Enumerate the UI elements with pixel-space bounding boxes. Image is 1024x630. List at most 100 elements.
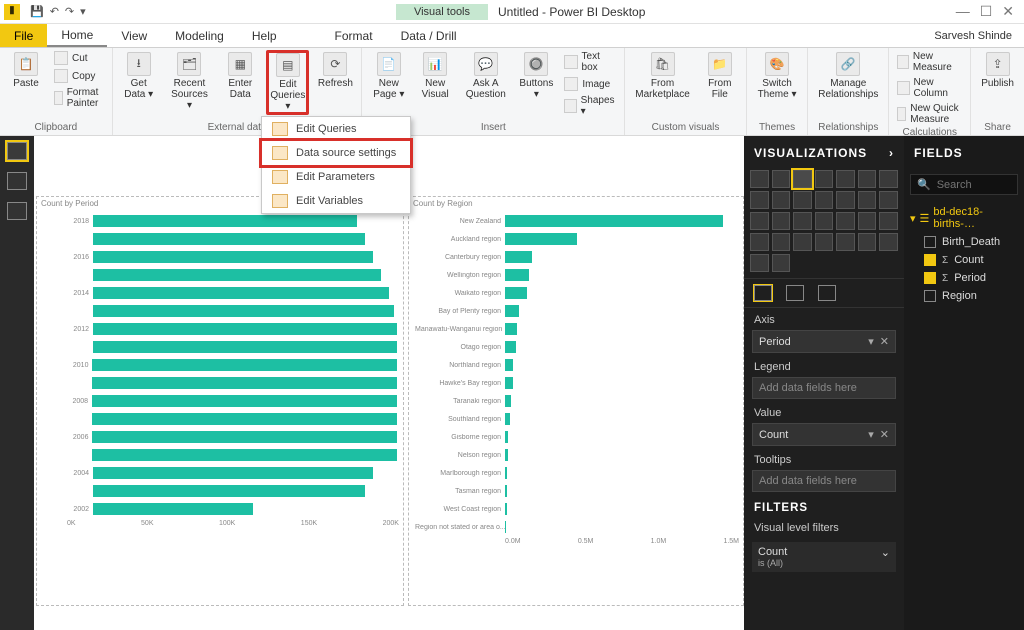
legend-well[interactable]: Add data fields here — [752, 377, 896, 399]
bar[interactable] — [505, 269, 529, 281]
new-column-button[interactable]: New Column — [895, 76, 964, 100]
field-birth_death[interactable]: Birth_Death — [910, 233, 1018, 251]
file-menu[interactable]: File — [0, 24, 47, 47]
analytics-tab-icon[interactable] — [818, 285, 836, 301]
checkbox[interactable] — [924, 290, 936, 302]
bar[interactable] — [505, 377, 513, 389]
bar[interactable] — [93, 305, 394, 317]
viz-type-r[interactable] — [879, 233, 898, 251]
visual-count-by-region[interactable]: Count by Region New ZealandAuckland regi… — [408, 196, 744, 606]
data-drill-tab[interactable]: Data / Drill — [387, 24, 471, 47]
new-visual-button[interactable]: 📊New Visual — [415, 50, 455, 102]
checkbox[interactable] — [924, 236, 936, 248]
checkbox[interactable] — [924, 254, 936, 266]
switch-theme-button[interactable]: 🎨Switch Theme ▾ — [753, 50, 802, 102]
bar[interactable] — [505, 341, 516, 353]
ask-question-button[interactable]: 💬Ask A Question — [461, 50, 510, 102]
viz-type-filled-map[interactable] — [836, 212, 855, 230]
from-marketplace-button[interactable]: 🛍From Marketplace — [631, 50, 693, 102]
bar[interactable] — [505, 359, 513, 371]
viz-type-funnel[interactable] — [858, 212, 877, 230]
viz-type-line-stacked[interactable] — [793, 191, 812, 209]
bar[interactable] — [505, 485, 507, 497]
bar[interactable] — [93, 503, 253, 515]
viz-type-clustered-bar[interactable] — [793, 170, 812, 188]
search-input[interactable] — [937, 179, 1017, 191]
table-node[interactable]: ▾☰bd-dec18-births-… — [910, 203, 1018, 233]
model-view-button[interactable] — [7, 202, 27, 220]
viz-type-line[interactable] — [879, 170, 898, 188]
minimize-button[interactable]: — — [956, 3, 970, 20]
bar[interactable] — [505, 449, 508, 461]
field-period[interactable]: ΣPeriod — [910, 269, 1018, 287]
bar[interactable] — [505, 215, 723, 227]
fields-search[interactable]: 🔍 — [910, 174, 1018, 195]
field-region[interactable]: Region — [910, 287, 1018, 305]
bar[interactable] — [93, 269, 381, 281]
chevron-down-icon[interactable]: ▾ — [868, 335, 874, 348]
buttons-button[interactable]: 🔘Buttons ▾ — [516, 50, 556, 102]
viz-type-map[interactable] — [815, 212, 834, 230]
report-view-button[interactable] — [7, 142, 27, 160]
chevron-down-icon[interactable]: ▾ — [868, 428, 874, 441]
bar[interactable] — [92, 449, 397, 461]
filter-count[interactable]: Countis (All) ⌄ — [752, 542, 896, 572]
checkbox[interactable] — [924, 272, 936, 284]
viz-type-stacked-bar[interactable] — [750, 170, 769, 188]
home-tab[interactable]: Home — [47, 24, 107, 47]
manage-relationships-button[interactable]: 🔗Manage Relationships — [814, 50, 882, 102]
viz-type-100-bar[interactable] — [836, 170, 855, 188]
viz-type-stacked-area[interactable] — [772, 191, 791, 209]
viz-type-python[interactable] — [750, 254, 769, 272]
chevron-down-icon[interactable]: ⌄ — [881, 546, 890, 559]
viz-type-ribbon[interactable] — [836, 191, 855, 209]
bar[interactable] — [505, 233, 577, 245]
collapse-icon[interactable]: › — [889, 146, 894, 160]
remove-field-icon[interactable]: ✕ — [880, 428, 889, 441]
bar[interactable] — [92, 377, 397, 389]
viz-type-multi-card[interactable] — [772, 233, 791, 251]
edit-variables-item[interactable]: Edit Variables — [262, 189, 410, 213]
bar[interactable] — [505, 305, 519, 317]
viz-type-gauge[interactable] — [879, 212, 898, 230]
bar[interactable] — [93, 233, 365, 245]
signed-in-user[interactable]: Sarvesh Shinde — [922, 24, 1024, 47]
cut-button[interactable]: Cut — [52, 50, 90, 66]
viz-type-matrix[interactable] — [858, 233, 877, 251]
viz-type-table[interactable] — [836, 233, 855, 251]
viz-type-area[interactable] — [750, 191, 769, 209]
edit-parameters-item[interactable]: Edit Parameters — [262, 165, 410, 189]
bar[interactable] — [93, 287, 389, 299]
viz-type-clustered-column[interactable] — [815, 170, 834, 188]
close-button[interactable]: ✕ — [1002, 3, 1014, 20]
modeling-tab[interactable]: Modeling — [161, 24, 238, 47]
bar[interactable] — [93, 215, 357, 227]
refresh-button[interactable]: ⟳Refresh — [315, 50, 355, 91]
get-data-button[interactable]: ⭳Get Data ▾ — [119, 50, 159, 102]
fields-tab-icon[interactable] — [754, 285, 772, 301]
tooltips-well[interactable]: Add data fields here — [752, 470, 896, 492]
bar[interactable] — [505, 503, 507, 515]
from-file-button[interactable]: 📁From File — [700, 50, 740, 102]
remove-field-icon[interactable]: ✕ — [880, 335, 889, 348]
format-painter-button[interactable]: Format Painter — [52, 86, 106, 110]
maximize-button[interactable]: ☐ — [980, 3, 993, 20]
viz-type-slicer[interactable] — [815, 233, 834, 251]
save-icon[interactable]: 💾 — [30, 5, 44, 18]
bar[interactable] — [505, 521, 506, 533]
shapes-button[interactable]: Shapes ▾ — [562, 94, 618, 118]
bar[interactable] — [93, 323, 397, 335]
textbox-button[interactable]: Text box — [562, 50, 618, 74]
bar[interactable] — [92, 431, 397, 443]
viz-type-kpi[interactable] — [793, 233, 812, 251]
bar[interactable] — [505, 467, 507, 479]
bar[interactable] — [92, 359, 397, 371]
viz-type-waterfall[interactable] — [858, 191, 877, 209]
paste-button[interactable]: 📋Paste — [6, 50, 46, 91]
view-tab[interactable]: View — [107, 24, 161, 47]
help-tab[interactable]: Help — [238, 24, 291, 47]
viz-type-line-clustered[interactable] — [815, 191, 834, 209]
viz-type-import[interactable] — [772, 254, 791, 272]
data-source-settings-item[interactable]: Data source settings — [259, 138, 413, 168]
undo-icon[interactable]: ↶ — [50, 5, 59, 18]
